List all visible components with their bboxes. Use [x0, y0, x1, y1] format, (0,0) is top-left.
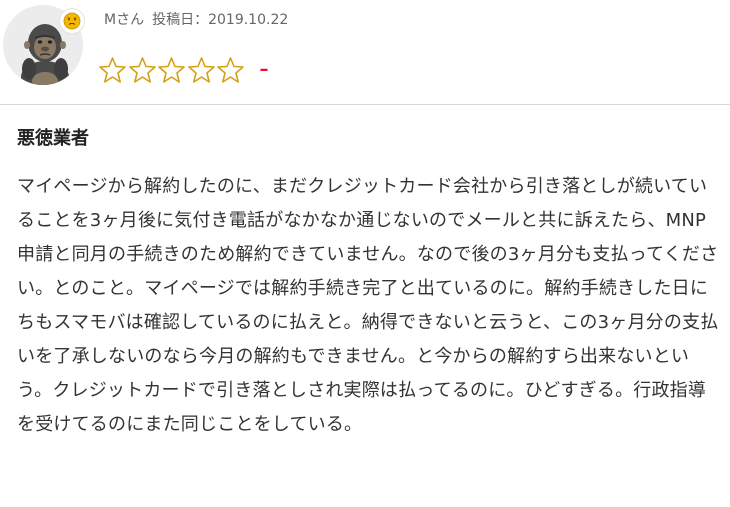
review-header: Mさん 投稿日：2019.10.22 –	[0, 0, 730, 104]
review-meta: Mさん 投稿日：2019.10.22	[104, 10, 288, 30]
star-icon	[216, 56, 245, 84]
frown-face-icon	[60, 9, 84, 33]
rating-score: –	[259, 59, 269, 80]
star-icon	[98, 56, 127, 84]
reviewer-name: Mさん	[104, 12, 145, 28]
star-rating: –	[98, 56, 269, 84]
star-icon	[128, 56, 157, 84]
post-date-label: 投稿日：	[152, 12, 209, 28]
star-icon	[157, 56, 186, 84]
post-date: 2019.10.22	[208, 12, 289, 28]
review-body: マイページから解約したのに、まだクレジットカード会社から引き落としが続いているこ…	[17, 176, 719, 435]
divider	[0, 104, 730, 105]
review-title: 悪徳業者	[17, 128, 89, 149]
star-icon	[187, 56, 216, 84]
